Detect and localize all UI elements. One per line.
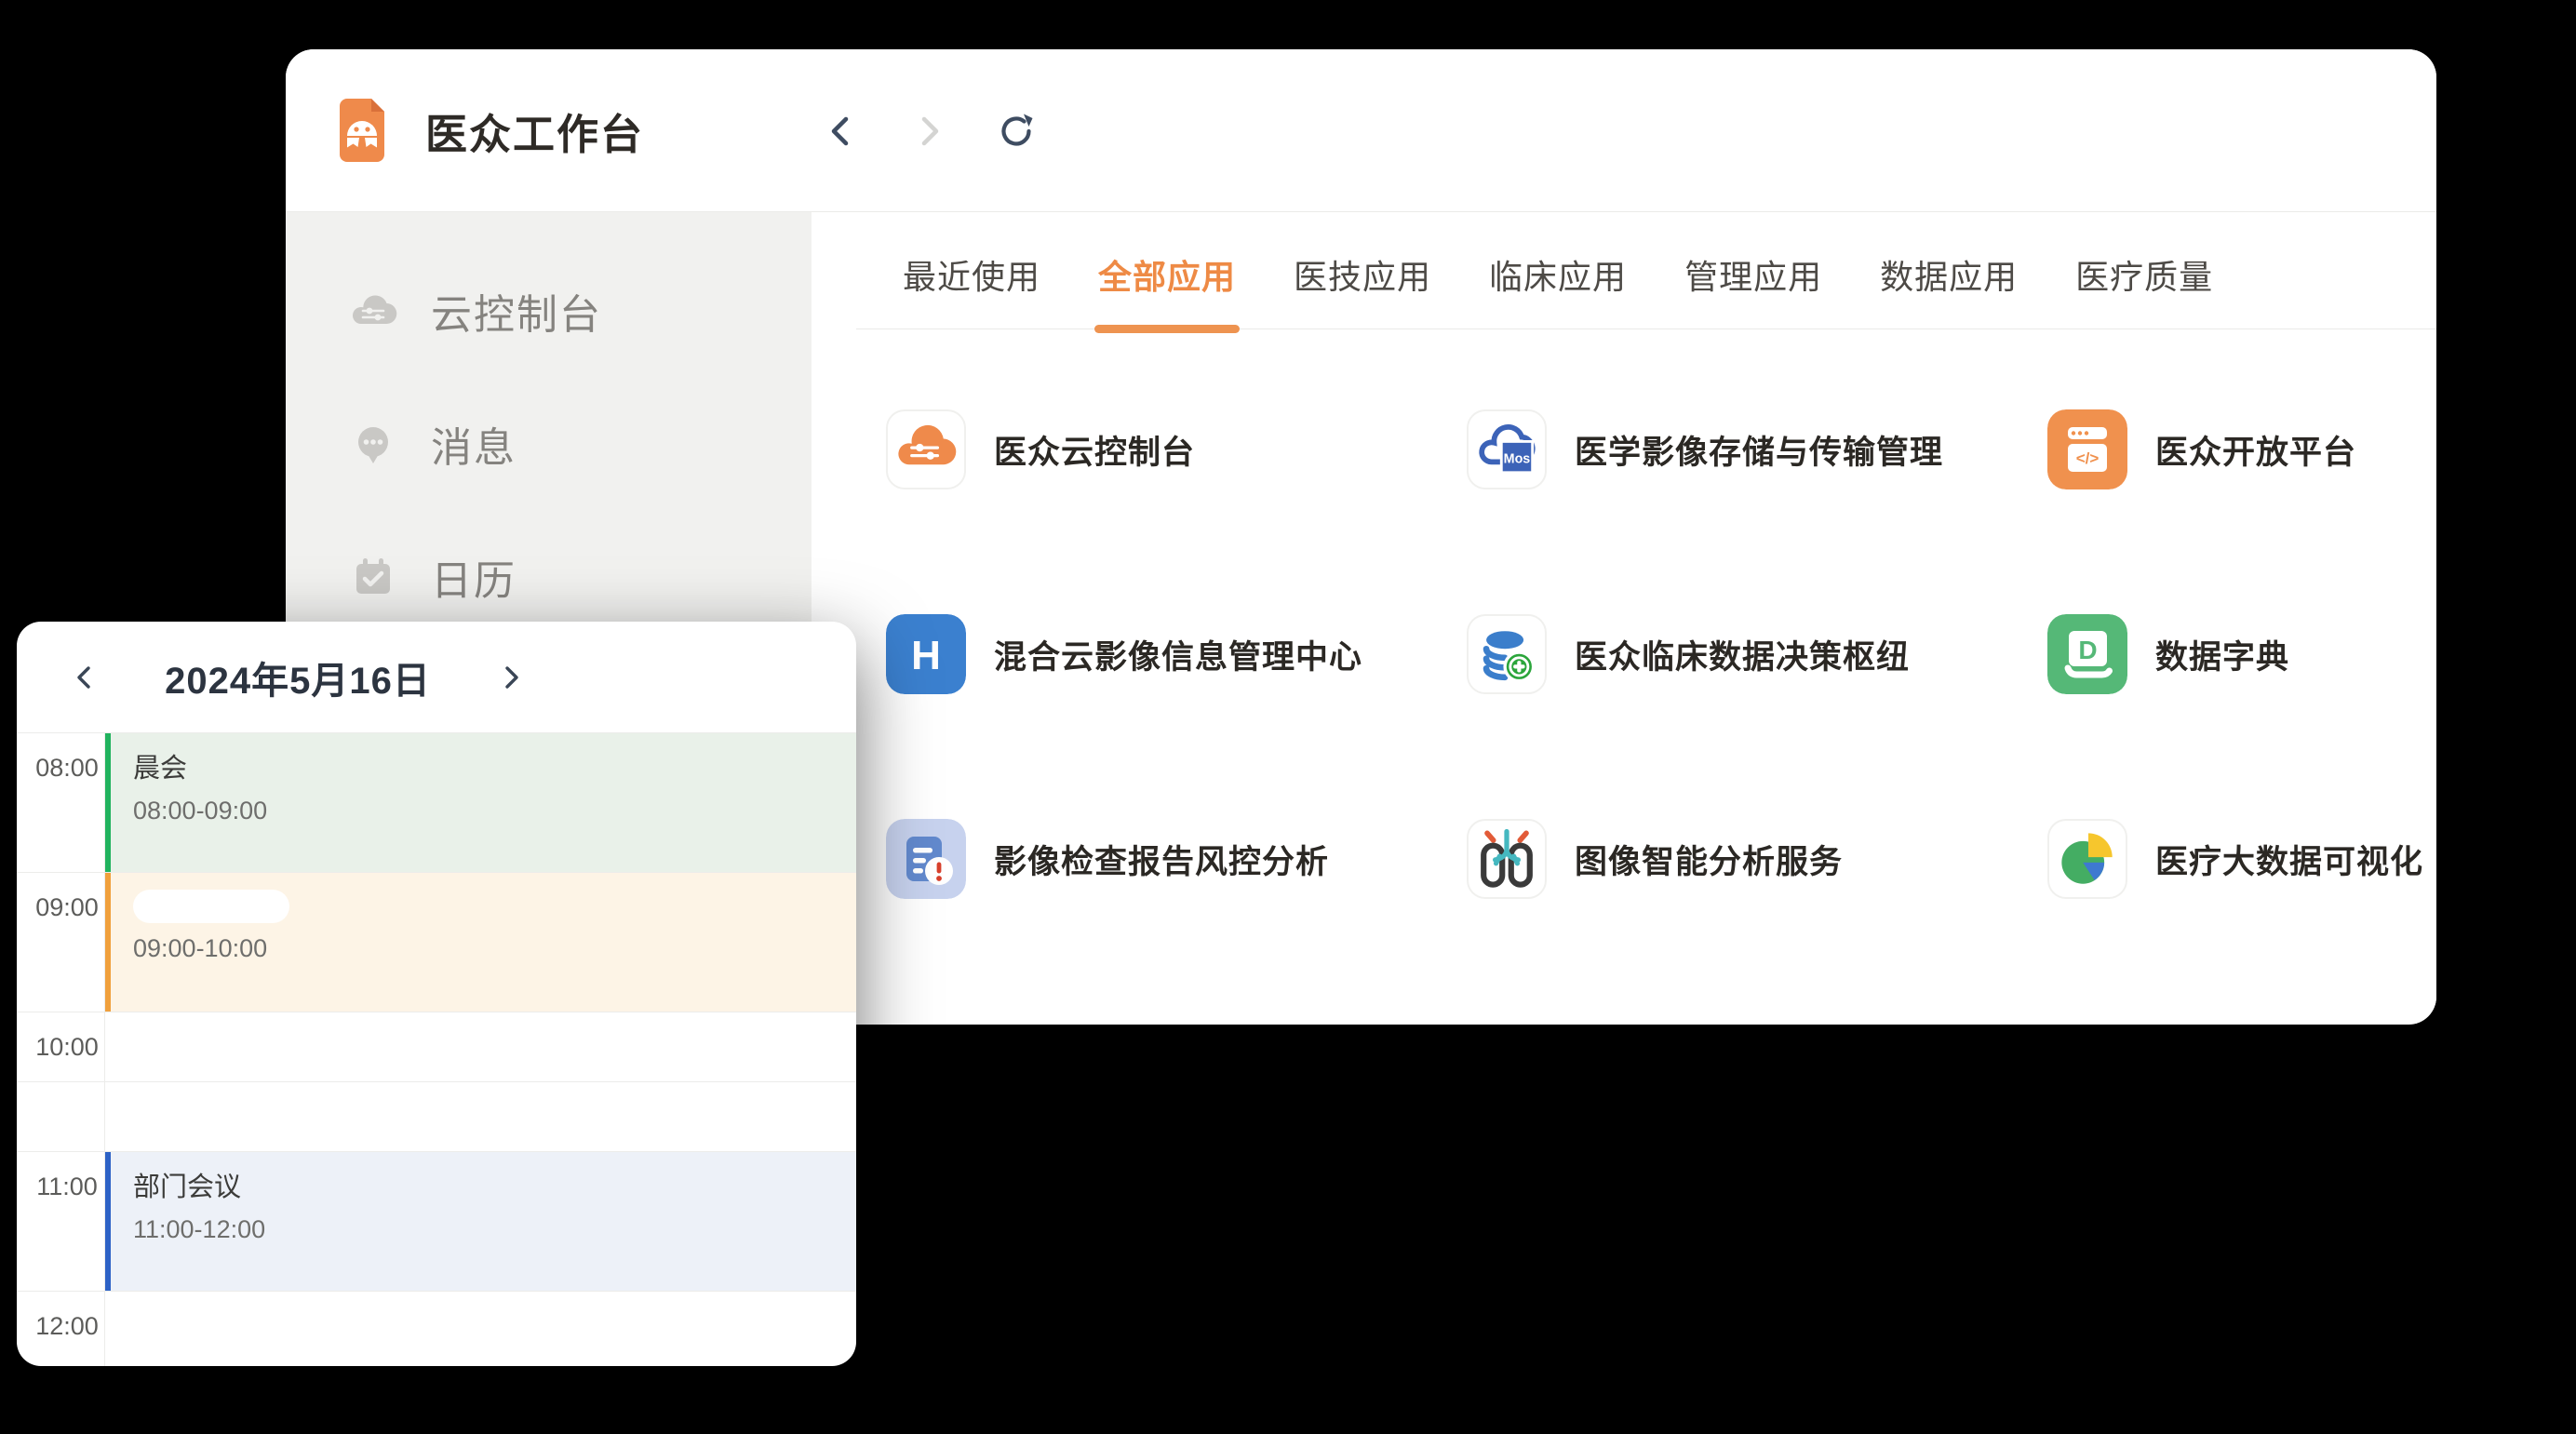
cloud-icon: [349, 287, 397, 335]
event-morning-meeting[interactable]: 晨会 08:00-09:00: [105, 733, 856, 872]
app-label: 医众云控制台: [994, 426, 1195, 474]
calendar-icon: [349, 553, 397, 601]
app-label: 医众开放平台: [2155, 426, 2356, 474]
browser-nav: [821, 49, 1037, 212]
forward-icon: [910, 113, 947, 150]
screenshot-background: 医众工作台: [0, 0, 2576, 1434]
back-button[interactable]: [821, 111, 862, 152]
calendar-header: 2024年5月16日: [17, 622, 856, 733]
calendar-next-button[interactable]: [495, 662, 527, 693]
content-area: 最近使用 全部应用 医技应用 临床应用 管理应用 数据应用 医疗质量: [812, 212, 2436, 1024]
time-label: 09:00: [17, 873, 105, 1012]
sidebar-item-calendar[interactable]: 日历: [286, 549, 812, 605]
event-title-redacted-pill: [133, 890, 289, 923]
app-report-risk-analysis[interactable]: 影像检查报告风控分析: [886, 819, 1467, 899]
time-slot: 09:00-10:00: [105, 873, 856, 1012]
message-icon: [349, 420, 397, 468]
app-cloud-console[interactable]: 医众云控制台: [886, 409, 1467, 489]
event-redacted[interactable]: 09:00-10:00: [105, 873, 856, 1012]
event-title: 晨会: [133, 746, 856, 785]
lungs-ai-icon: [1467, 819, 1547, 899]
calendar-row-0900: 09:00 09:00-10:00: [17, 873, 856, 1012]
sidebar-item-messages[interactable]: 消息: [286, 416, 812, 472]
calendar-row-1100: 11:00 部门会议 11:00-12:00: [17, 1152, 856, 1292]
sidebar-item-cloud-console[interactable]: 云控制台: [286, 283, 812, 339]
code-glyph: </>: [2076, 449, 2100, 467]
app-bigdata-visualization[interactable]: 医疗大数据可视化: [2047, 819, 2436, 899]
back-icon: [823, 113, 860, 150]
app-label: 混合云影像信息管理中心: [994, 631, 1362, 678]
time-slot: 部门会议 11:00-12:00: [105, 1152, 856, 1291]
h-letter: H: [911, 633, 941, 678]
calendar-row-1200: 12:00: [17, 1292, 856, 1366]
event-title: 部门会议: [133, 1165, 856, 1204]
app-label: 医疗大数据可视化: [2155, 836, 2423, 883]
calendar-row-1000: 10:00: [17, 1012, 856, 1152]
calendar-row-0800: 08:00 晨会 08:00-09:00: [17, 733, 856, 873]
time-slot: 晨会 08:00-09:00: [105, 733, 856, 872]
app-clinical-data-hub[interactable]: 医众临床数据决策枢纽: [1467, 614, 2047, 694]
app-label: 医众临床数据决策枢纽: [1575, 631, 1910, 678]
calendar-grid: 08:00 晨会 08:00-09:00 09:00 09:00-10:00: [17, 733, 856, 1366]
tab-bar: 最近使用 全部应用 医技应用 临床应用 管理应用 数据应用 医疗质量: [856, 212, 2436, 329]
app-label: 医学影像存储与传输管理: [1575, 426, 1943, 474]
time-label: 12:00: [17, 1292, 105, 1366]
event-time-range: 11:00-12:00: [133, 1215, 856, 1244]
clinical-data-hub-icon: [1467, 614, 1547, 694]
open-platform-icon: </>: [2047, 409, 2127, 489]
tab-recent[interactable]: 最近使用: [903, 250, 1040, 328]
tab-data[interactable]: 数据应用: [1880, 250, 2018, 328]
calendar-prev-button[interactable]: [69, 662, 101, 693]
app-image-ai-analysis[interactable]: 图像智能分析服务: [1467, 819, 2047, 899]
report-risk-icon: [886, 819, 966, 899]
app-hybrid-cloud-imaging[interactable]: H 混合云影像信息管理中心: [886, 614, 1467, 694]
event-department-meeting[interactable]: 部门会议 11:00-12:00: [105, 1152, 856, 1291]
tab-clinical[interactable]: 临床应用: [1489, 250, 1627, 328]
tab-medtech[interactable]: 医技应用: [1294, 250, 1431, 328]
refresh-icon: [996, 111, 1037, 152]
cloud-console-icon: [886, 409, 966, 489]
chevron-left-icon: [71, 663, 99, 691]
hybrid-cloud-icon: H: [886, 614, 966, 694]
app-label: 影像检查报告风控分析: [994, 836, 1329, 883]
app-open-platform[interactable]: </> 医众开放平台: [2047, 409, 2436, 489]
time-label: 11:00: [17, 1152, 105, 1291]
sidebar-item-label: 日历: [431, 547, 517, 607]
tab-quality[interactable]: 医疗质量: [2075, 250, 2213, 328]
sidebar-item-label: 消息: [431, 414, 517, 474]
forward-button[interactable]: [908, 111, 949, 152]
app-logo-icon: [325, 93, 399, 168]
chevron-right-icon: [497, 663, 525, 691]
app-label: 数据字典: [2155, 631, 2289, 678]
mos-cloud-icon: Mos: [1467, 409, 1547, 489]
app-data-dictionary[interactable]: D 数据字典: [2047, 614, 2436, 694]
d-letter: D: [2078, 636, 2097, 664]
app-label: 图像智能分析服务: [1575, 836, 1843, 883]
app-medical-image-storage[interactable]: Mos 医学影像存储与传输管理: [1467, 409, 2047, 489]
time-slot: [105, 1292, 856, 1366]
calendar-date: 2024年5月16日: [101, 650, 495, 704]
window-header: 医众工作台: [286, 49, 2436, 212]
app-title: 医众工作台: [425, 101, 644, 161]
data-dictionary-icon: D: [2047, 614, 2127, 694]
calendar-popup: 2024年5月16日 08:00 晨会 08:00-09:00 09:00: [17, 622, 856, 1366]
half-hour-gridline: [17, 1081, 856, 1082]
pie-chart-icon: [2047, 819, 2127, 899]
tab-all-apps[interactable]: 全部应用: [1098, 250, 1236, 328]
time-label: 08:00: [17, 733, 105, 872]
mos-label: Mos: [1504, 451, 1531, 466]
app-grid: 医众云控制台 Mos 医学影像存储与传输管理: [886, 409, 2436, 1024]
tab-management[interactable]: 管理应用: [1684, 250, 1822, 328]
sidebar-item-label: 云控制台: [431, 281, 602, 341]
event-time-range: 09:00-10:00: [133, 934, 856, 963]
event-time-range: 08:00-09:00: [133, 797, 856, 825]
refresh-button[interactable]: [996, 111, 1037, 152]
